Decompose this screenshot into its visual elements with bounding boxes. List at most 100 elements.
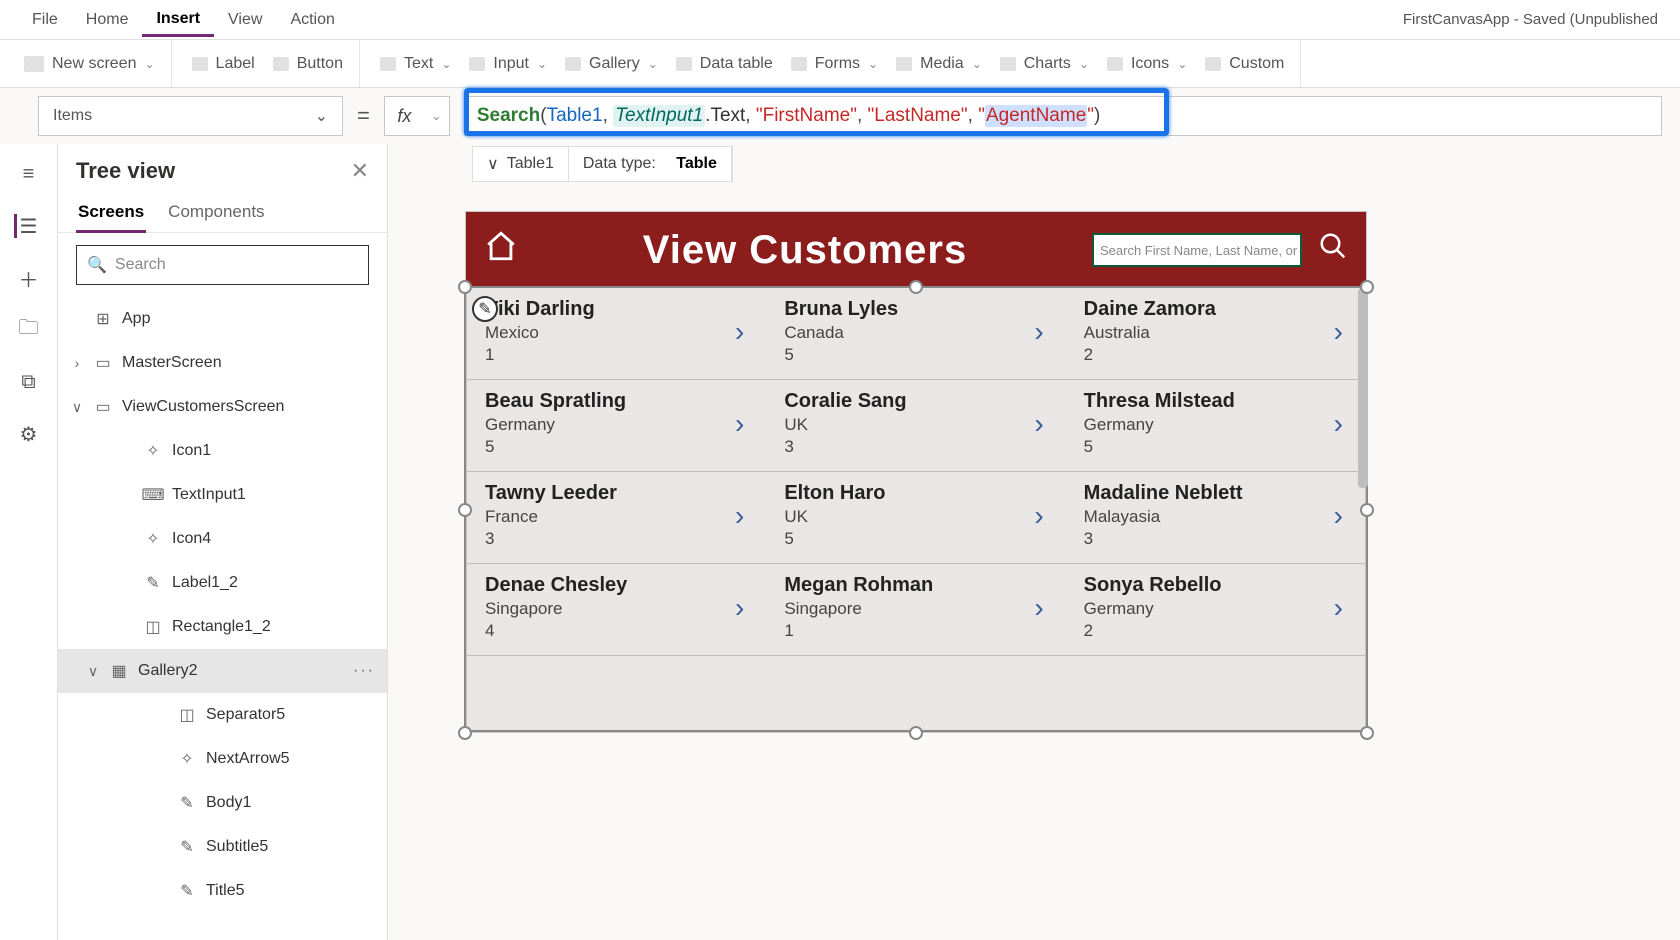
chevron-right-icon[interactable]: › [735, 316, 744, 348]
tree-node-Icon4[interactable]: ✧Icon4 [58, 517, 387, 561]
tree-node-Icon1[interactable]: ✧Icon1 [58, 429, 387, 473]
gallery-card[interactable]: Daine ZamoraAustralia2› [1066, 288, 1365, 379]
tree-node-Label1_2[interactable]: ✎Label1_2 [58, 561, 387, 605]
gallery-card[interactable]: Thresa MilsteadGermany5› [1066, 380, 1365, 471]
tree-node-Subtitle5[interactable]: ✎Subtitle5 [58, 825, 387, 869]
label-button[interactable]: Label [186, 51, 261, 77]
tab-screens[interactable]: Screens [76, 194, 146, 233]
more-icon[interactable]: ··· [353, 662, 375, 680]
custom-button[interactable]: Custom [1199, 51, 1290, 77]
node-type-icon: ✧ [142, 530, 164, 548]
preview-search-input[interactable]: Search First Name, Last Name, or Age [1092, 233, 1302, 267]
expand-icon[interactable]: › [70, 355, 84, 371]
card-number: 1 [485, 345, 748, 365]
close-panel-button[interactable]: ✕ [351, 158, 369, 184]
gallery-card[interactable]: Viki DarlingMexico1› [467, 288, 766, 379]
tree-node-Gallery2[interactable]: ∨▦Gallery2··· [58, 649, 387, 693]
card-name: Coralie Sang [784, 390, 1047, 413]
menu-action[interactable]: Action [276, 5, 348, 35]
chevron-right-icon[interactable]: › [1034, 408, 1043, 440]
canvas-area[interactable]: View Customers Search First Name, Last N… [388, 144, 1680, 940]
gallery-card[interactable]: Denae ChesleySingapore4› [467, 564, 766, 655]
gallery-dropdown[interactable]: Gallery⌄ [559, 51, 664, 77]
gallery-row: Beau SpratlingGermany5›Coralie SangUK3›T… [467, 380, 1365, 472]
node-label: NextArrow5 [206, 750, 290, 768]
node-label: Label1_2 [172, 574, 238, 592]
tree-node-Body1[interactable]: ✎Body1 [58, 781, 387, 825]
chevron-right-icon[interactable]: › [1034, 500, 1043, 532]
data-table-button[interactable]: Data table [670, 51, 779, 77]
tree-node-NextArrow5[interactable]: ✧NextArrow5 [58, 737, 387, 781]
tree-view-icon[interactable]: ☰ [14, 214, 38, 238]
gallery-card[interactable]: Madaline NeblettMalayasia3› [1066, 472, 1365, 563]
tree-node-Separator5[interactable]: ◫Separator5 [58, 693, 387, 737]
tree-search-input[interactable]: 🔍 Search [76, 245, 369, 285]
media-panel-icon[interactable]: ⧉ [17, 370, 41, 394]
input-dropdown[interactable]: Input⌄ [463, 51, 553, 77]
insert-icon[interactable]: ＋ [17, 266, 41, 290]
gallery-selection[interactable]: Viki DarlingMexico1›Bruna LylesCanada5›D… [466, 288, 1366, 732]
tree-view-title: Tree view [76, 158, 175, 184]
home-icon[interactable] [484, 229, 518, 272]
expand-icon[interactable]: ∨ [86, 663, 100, 680]
menu-file[interactable]: File [18, 5, 72, 35]
node-type-icon: ✎ [176, 794, 198, 812]
charts-dropdown[interactable]: Charts⌄ [994, 51, 1095, 77]
node-label: Separator5 [206, 706, 285, 724]
forms-dropdown[interactable]: Forms⌄ [785, 51, 884, 77]
gallery-card[interactable]: Coralie SangUK3› [766, 380, 1065, 471]
node-type-icon: ✧ [142, 442, 164, 460]
gallery-card[interactable]: Bruna LylesCanada5› [766, 288, 1065, 379]
card-country: Germany [1084, 599, 1347, 619]
gallery-card[interactable]: Elton HaroUK5› [766, 472, 1065, 563]
card-country: Mexico [485, 323, 748, 343]
chevron-right-icon[interactable]: › [1034, 316, 1043, 348]
text-dropdown[interactable]: Text⌄ [374, 51, 457, 77]
new-screen-button[interactable]: New screen⌄ [18, 51, 161, 77]
icons-dropdown[interactable]: Icons⌄ [1101, 51, 1193, 77]
button-button[interactable]: Button [267, 51, 349, 77]
chevron-right-icon[interactable]: › [1334, 592, 1343, 624]
data-icon[interactable]: 🗀 [17, 318, 41, 342]
chevron-right-icon[interactable]: › [735, 408, 744, 440]
property-selector[interactable]: Items ⌄ [38, 96, 343, 136]
fx-expand-button[interactable]: ⌄ [424, 96, 450, 136]
input-icon [469, 57, 485, 71]
chevron-right-icon[interactable]: › [1034, 592, 1043, 624]
advanced-tools-icon[interactable]: ⚙ [17, 422, 41, 446]
card-number: 2 [1084, 345, 1347, 365]
node-label: MasterScreen [122, 354, 222, 372]
formula-fn: Search [477, 105, 540, 127]
expand-icon[interactable]: ∨ [70, 399, 84, 416]
tree-node-ViewCustomersScreen[interactable]: ∨▭ViewCustomersScreen [58, 385, 387, 429]
ribbon: New screen⌄ Label Button Text⌄ Input⌄ Ga… [0, 40, 1680, 88]
tab-components[interactable]: Components [166, 194, 266, 232]
menu-home[interactable]: Home [72, 5, 143, 35]
chevron-right-icon[interactable]: › [1334, 316, 1343, 348]
app-title: FirstCanvasApp - Saved (Unpublished [1403, 11, 1662, 28]
hamburger-icon[interactable]: ≡ [17, 162, 41, 186]
tree-node-Rectangle1_2[interactable]: ◫Rectangle1_2 [58, 605, 387, 649]
edit-pencil-icon[interactable]: ✎ [472, 296, 498, 322]
tree-node-Title5[interactable]: ✎Title5 [58, 869, 387, 913]
tree-node-TextInput1[interactable]: ⌨TextInput1 [58, 473, 387, 517]
media-dropdown[interactable]: Media⌄ [890, 51, 988, 77]
menu-view[interactable]: View [214, 5, 276, 35]
gallery-card[interactable]: Tawny LeederFrance3› [467, 472, 766, 563]
magnifier-icon[interactable] [1318, 231, 1348, 269]
scrollbar[interactable] [1358, 288, 1368, 488]
chevron-right-icon[interactable]: › [1334, 408, 1343, 440]
chevron-right-icon[interactable]: › [735, 592, 744, 624]
card-country: UK [784, 507, 1047, 527]
property-bar: Items ⌄ = fx ⌄ Search(Table1, TextInput1… [0, 88, 1680, 144]
formula-bar[interactable]: Search(Table1, TextInput1.Text, "FirstNa… [464, 96, 1662, 136]
chevron-right-icon[interactable]: › [735, 500, 744, 532]
node-label: Rectangle1_2 [172, 618, 271, 636]
gallery-card[interactable]: Sonya RebelloGermany2› [1066, 564, 1365, 655]
gallery-card[interactable]: Megan RohmanSingapore1› [766, 564, 1065, 655]
tree-node-MasterScreen[interactable]: ›▭MasterScreen [58, 341, 387, 385]
menu-insert[interactable]: Insert [142, 4, 214, 37]
tree-node-App[interactable]: ⊞App [58, 297, 387, 341]
chevron-right-icon[interactable]: › [1334, 500, 1343, 532]
gallery-card[interactable]: Beau SpratlingGermany5› [467, 380, 766, 471]
